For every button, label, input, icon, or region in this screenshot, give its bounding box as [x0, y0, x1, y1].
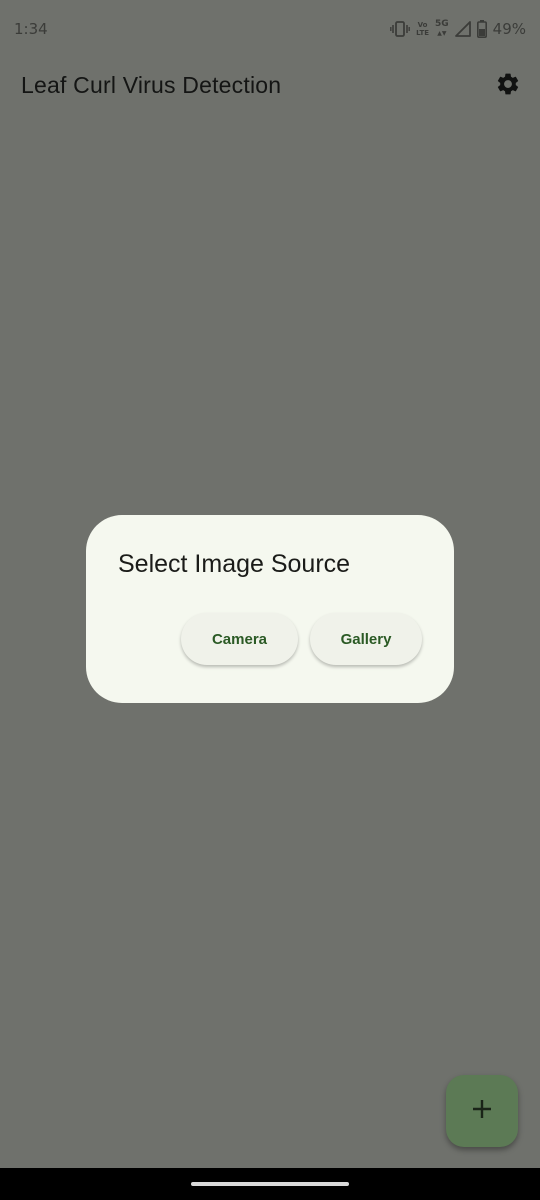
app-bar: Leaf Curl Virus Detection — [0, 58, 540, 116]
battery-icon — [476, 20, 487, 38]
status-bar: 1:34 Vo LTE 5G ▲▼ 49% — [0, 0, 540, 58]
5g-icon: 5G ▲▼ — [435, 19, 449, 38]
network-label: 5G — [435, 19, 449, 29]
settings-button[interactable] — [492, 70, 524, 102]
add-image-button[interactable] — [446, 1075, 518, 1147]
volte-label-top: Vo — [417, 21, 428, 29]
camera-button[interactable]: Camera — [181, 613, 298, 665]
plus-icon — [471, 1098, 493, 1125]
vibrate-icon — [390, 21, 411, 37]
page-title: Leaf Curl Virus Detection — [21, 72, 282, 98]
volte-icon: Vo LTE — [416, 21, 429, 37]
signal-icon — [454, 21, 471, 37]
gallery-button[interactable]: Gallery — [310, 613, 422, 665]
gear-icon — [495, 71, 521, 102]
home-gesture-handle[interactable] — [191, 1182, 349, 1186]
navigation-bar — [0, 1168, 540, 1200]
dialog-title: Select Image Source — [118, 550, 351, 578]
status-icons: Vo LTE 5G ▲▼ 49% — [390, 18, 526, 40]
image-source-dialog: Select Image Source Camera Gallery — [86, 515, 454, 703]
status-time: 1:34 — [14, 20, 48, 38]
volte-label-bottom: LTE — [416, 29, 429, 37]
battery-percent: 49% — [492, 20, 526, 38]
